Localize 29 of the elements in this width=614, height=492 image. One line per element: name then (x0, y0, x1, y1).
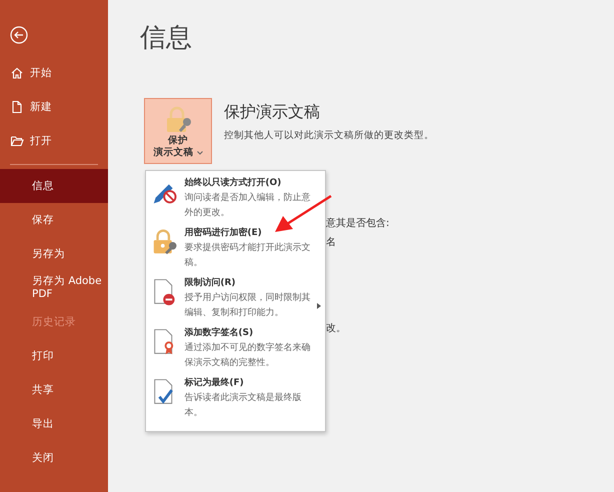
page-title: 信息 (140, 22, 193, 55)
sidebar-item[interactable]: 信息 (0, 169, 108, 203)
menu-item[interactable]: 标记为最终(F) 告诉读者此演示文稿是最终版本。 (146, 375, 325, 425)
protect-presentation-button[interactable]: 保护 演示文稿 (144, 98, 212, 164)
sidebar-item[interactable]: 另存为 Adobe PDF (0, 271, 108, 305)
menu-item[interactable]: 用密码进行加密(E) 要求提供密码才能打开此演示文稿。 (146, 225, 325, 275)
partial-text: 意其是否包含: (326, 216, 390, 230)
menu-item[interactable]: 限制访问(R) 授予用户访问权限，同时限制其编辑、复制和打印能力。 (146, 275, 325, 325)
menu-item[interactable]: 添加数字签名(S) 通过添加不可见的数字签名来确保演示文稿的完整性。 (146, 325, 325, 375)
caret-icon (196, 151, 203, 155)
sidebar-item[interactable]: 新建 (0, 90, 108, 124)
submenu-arrow-icon (317, 303, 321, 309)
sidebar-item[interactable]: 保存 (0, 203, 108, 237)
section-description: 控制其他人可以对此演示文稿所做的更改类型。 (224, 129, 434, 142)
document-icon (10, 100, 24, 114)
folder-icon (10, 134, 24, 148)
sidebar-item[interactable]: 打印 (0, 339, 108, 373)
menu-item[interactable]: 始终以只读方式打开(O) 询问读者是否加入编辑，防止意外的更改。 (146, 175, 325, 225)
partial-text: 名 (326, 236, 337, 249)
sidebar-item[interactable]: 共享 (0, 373, 108, 407)
sidebar-item[interactable]: 关闭 (0, 441, 108, 475)
sidebar-item[interactable]: 打开 (0, 124, 108, 158)
sidebar-item[interactable]: 导出 (0, 407, 108, 441)
home-icon (10, 66, 24, 80)
partial-text: 改。 (326, 322, 347, 335)
sidebar-item[interactable]: 另存为 (0, 237, 108, 271)
back-icon[interactable] (10, 26, 28, 44)
sidebar-item[interactable]: 开始 (0, 56, 108, 90)
section-heading: 保护演示文稿 (224, 102, 321, 123)
